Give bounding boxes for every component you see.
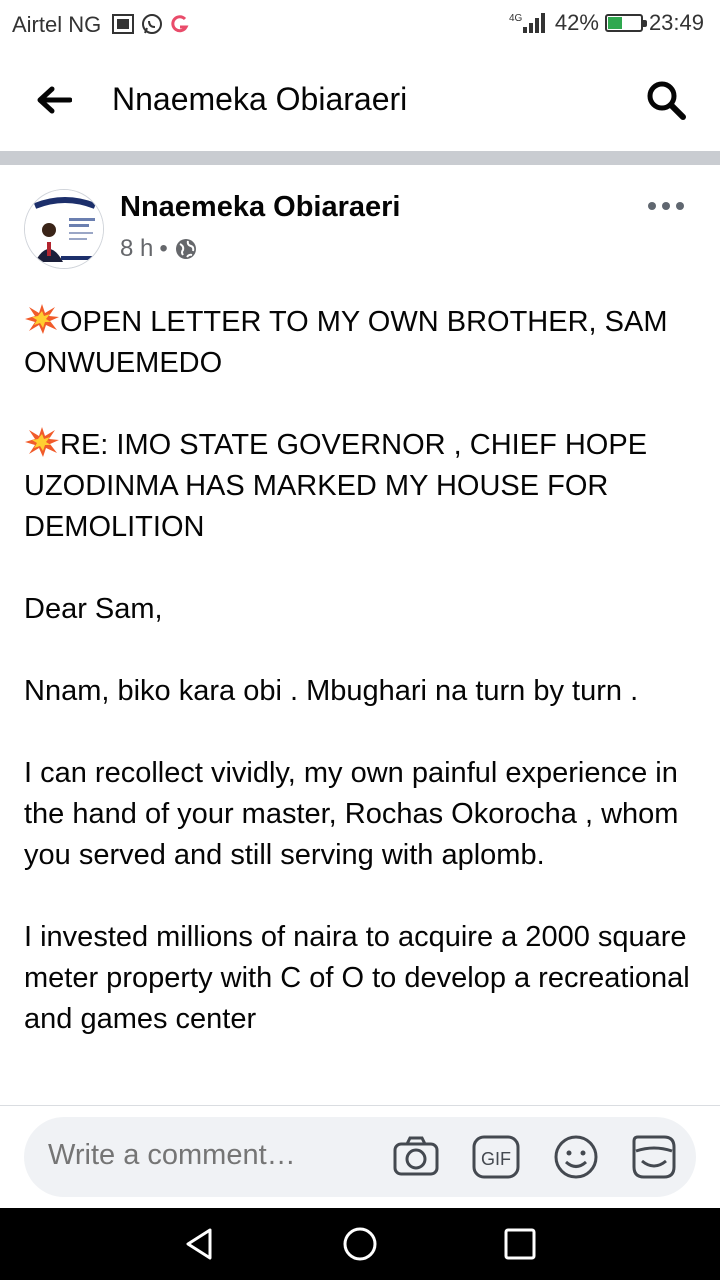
post-meta: 8 h • xyxy=(120,235,198,263)
post-heading-2: RE: IMO STATE GOVERNOR , CHIEF HOPE UZOD… xyxy=(24,429,648,543)
meta-separator: • xyxy=(159,235,168,262)
comment-box[interactable]: GIF xyxy=(24,1117,696,1197)
paragraph: I can recollect vividly, my own painful … xyxy=(24,757,679,871)
gallery-notification-icon xyxy=(112,14,134,34)
back-button[interactable] xyxy=(34,80,74,120)
gif-icon[interactable]: GIF xyxy=(472,1133,520,1181)
post-body: OPEN LETTER TO MY OWN BROTHER, SAM ONWUE… xyxy=(24,302,704,1081)
paragraph: RE: IMO STATE GOVERNOR , CHIEF HOPE UZOD… xyxy=(24,425,704,548)
post-heading-1: OPEN LETTER TO MY OWN BROTHER, SAM ONWUE… xyxy=(24,306,668,379)
battery-percent: 42% xyxy=(554,10,599,35)
post: Nnaemeka Obiaraeri 8 h • OPEN LETTER TO … xyxy=(0,165,720,1105)
collision-emoji xyxy=(25,427,59,457)
paragraph: OPEN LETTER TO MY OWN BROTHER, SAM ONWUE… xyxy=(24,302,704,384)
dot xyxy=(648,202,656,210)
clock: 23:49 xyxy=(648,10,704,35)
svg-text:4G: 4G xyxy=(509,13,523,24)
section-divider xyxy=(0,151,720,165)
nav-recents-icon[interactable] xyxy=(502,1226,538,1262)
search-icon xyxy=(647,81,686,120)
dot xyxy=(676,202,684,210)
carrier-name: Airtel NG xyxy=(12,12,102,37)
comment-bar: GIF xyxy=(0,1105,720,1208)
camera-icon[interactable] xyxy=(392,1133,440,1181)
battery-icon xyxy=(604,14,647,32)
globe-icon xyxy=(175,239,196,259)
status-right: 4G 42% 23:49 xyxy=(509,10,704,36)
paragraph: I invested millions of naira to acquire … xyxy=(24,921,690,1035)
notification-icons xyxy=(112,12,190,36)
signal-icon: 4G xyxy=(509,13,545,33)
paragraph: Nnam, biko kara obi . Mbughari na turn b… xyxy=(24,675,639,707)
nav-back-icon[interactable] xyxy=(182,1226,218,1262)
nav-home-icon[interactable] xyxy=(342,1226,378,1262)
collision-emoji xyxy=(25,304,59,334)
emoji-icon[interactable] xyxy=(552,1133,600,1181)
dot xyxy=(662,202,670,210)
page-title: Nnaemeka Obiaraeri xyxy=(112,81,408,117)
post-author[interactable]: Nnaemeka Obiaraeri xyxy=(120,191,400,224)
app-header: Nnaemeka Obiaraeri xyxy=(0,50,720,150)
back-arrow-icon xyxy=(37,86,72,114)
status-bar: Airtel NG 4G 42% 23:49 xyxy=(0,0,720,50)
search-button[interactable] xyxy=(644,78,688,122)
whatsapp-icon xyxy=(142,14,162,34)
paragraph: Dear Sam, xyxy=(24,593,163,625)
post-time[interactable]: 8 h xyxy=(120,235,153,263)
svg-text:GIF: GIF xyxy=(481,1149,511,1169)
profile-picture-icon xyxy=(25,190,103,268)
comment-input[interactable] xyxy=(48,1139,378,1172)
sticker-icon[interactable] xyxy=(630,1133,678,1181)
more-options-button[interactable] xyxy=(648,199,684,213)
system-nav-bar xyxy=(0,1208,720,1280)
avatar[interactable] xyxy=(24,189,104,269)
app-notification-icon xyxy=(171,15,189,33)
